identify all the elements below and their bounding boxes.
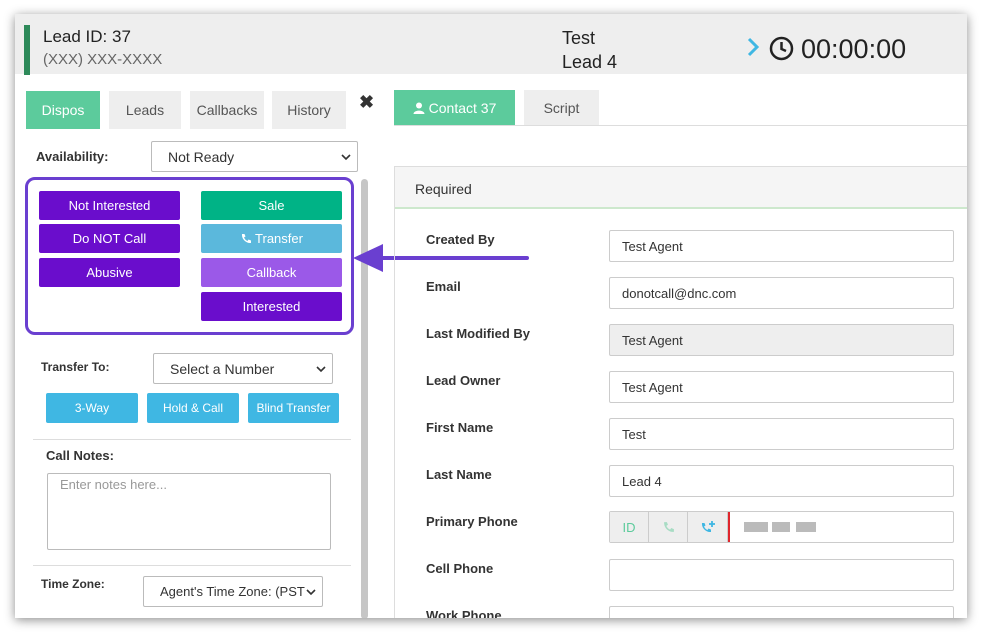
availability-select[interactable]: Not Ready xyxy=(151,141,358,172)
phone-icon xyxy=(241,233,252,243)
lead-phone: (XXX) XXX-XXXX xyxy=(43,51,163,68)
field-label-created-by: Created By xyxy=(426,232,495,247)
field-label-cell-phone: Cell Phone xyxy=(426,561,494,576)
field-label-primary-phone: Primary Phone xyxy=(426,514,518,529)
dispo-callback-button[interactable]: Callback xyxy=(201,258,342,287)
phone-transfer-button[interactable] xyxy=(688,512,728,542)
user-icon xyxy=(413,102,425,114)
cell-phone-field[interactable] xyxy=(609,559,954,591)
lead-header: Lead ID: 37 (XXX) XXX-XXXX Test Lead 4 0… xyxy=(15,14,967,75)
work-phone-field[interactable] xyxy=(609,606,954,618)
tab-underline xyxy=(394,125,967,126)
dispo-transfer-label: Transfer xyxy=(255,231,303,246)
field-label-last-modified-by: Last Modified By xyxy=(426,326,531,341)
lead-id: Lead ID: 37 xyxy=(43,27,131,46)
field-label-work-phone: Work Phone xyxy=(426,608,502,618)
section-title: Required xyxy=(395,167,967,209)
tab-dispos[interactable]: Dispos xyxy=(26,91,100,129)
time-zone-label: Time Zone: xyxy=(41,577,105,591)
email-field[interactable] xyxy=(609,277,954,309)
last-modified-by-field xyxy=(609,324,954,356)
dispo-transfer-button[interactable]: Transfer xyxy=(201,224,342,253)
phone-required-indicator xyxy=(728,512,730,542)
lead-first-name: Test xyxy=(562,28,596,48)
created-by-field[interactable] xyxy=(609,230,954,262)
time-zone-value: Agent's Time Zone: (PST xyxy=(160,584,305,599)
redacted-phone xyxy=(796,522,816,532)
primary-phone-group: ID xyxy=(609,511,954,543)
tab-leads[interactable]: Leads xyxy=(109,91,181,129)
header-accent-bar xyxy=(24,25,30,75)
close-icon[interactable]: ✖ xyxy=(359,92,374,113)
phone-icon xyxy=(663,521,674,532)
tab-contact[interactable]: Contact 37 xyxy=(394,90,515,126)
availability-value: Not Ready xyxy=(168,148,235,165)
call-notes-label: Call Notes: xyxy=(46,448,114,463)
call-timer: 00:00:00 xyxy=(801,34,907,64)
blind-transfer-button[interactable]: Blind Transfer xyxy=(248,393,339,423)
tab-script[interactable]: Script xyxy=(524,90,599,126)
call-notes-textarea[interactable] xyxy=(47,473,331,550)
caret-down-icon xyxy=(341,154,351,161)
clock-icon xyxy=(769,36,794,61)
three-way-button[interactable]: 3-Way xyxy=(46,393,138,423)
time-zone-select[interactable]: Agent's Time Zone: (PST xyxy=(143,576,323,607)
phone-plus-icon xyxy=(701,521,715,533)
dispo-do-not-call-button[interactable]: Do NOT Call xyxy=(39,224,180,253)
caret-down-icon xyxy=(316,366,326,373)
divider xyxy=(33,439,351,440)
availability-label: Availability: xyxy=(36,149,109,164)
call-phone-button[interactable] xyxy=(649,512,688,542)
lead-last-name: Lead 4 xyxy=(562,52,618,72)
dispo-abusive-button[interactable]: Abusive xyxy=(39,258,180,287)
tab-contact-label: Contact 37 xyxy=(428,100,497,116)
lead-owner-field[interactable] xyxy=(609,371,954,403)
tab-history[interactable]: History xyxy=(272,91,346,129)
chevron-right-icon[interactable] xyxy=(746,36,760,58)
first-name-field[interactable] xyxy=(609,418,954,450)
dispo-not-interested-button[interactable]: Not Interested xyxy=(39,191,180,220)
transfer-number-select[interactable]: Select a Number xyxy=(153,353,333,384)
caller-id-button[interactable]: ID xyxy=(610,512,649,542)
redacted-phone xyxy=(772,522,790,532)
field-label-first-name: First Name xyxy=(426,420,494,435)
transfer-number-value: Select a Number xyxy=(170,360,275,377)
dispo-sale-button[interactable]: Sale xyxy=(201,191,342,220)
app-window: Lead ID: 37 (XXX) XXX-XXXX Test Lead 4 0… xyxy=(15,14,967,618)
divider xyxy=(33,565,351,566)
field-label-last-name: Last Name xyxy=(426,467,492,482)
caret-down-icon xyxy=(306,589,316,596)
field-label-email: Email xyxy=(426,279,461,294)
transfer-to-label: Transfer To: xyxy=(41,360,110,374)
tab-callbacks[interactable]: Callbacks xyxy=(190,91,264,129)
dispo-interested-button[interactable]: Interested xyxy=(201,292,342,321)
redacted-phone xyxy=(744,522,768,532)
last-name-field[interactable] xyxy=(609,465,954,497)
hold-and-call-button[interactable]: Hold & Call xyxy=(147,393,239,423)
field-label-lead-owner: Lead Owner xyxy=(426,373,501,388)
